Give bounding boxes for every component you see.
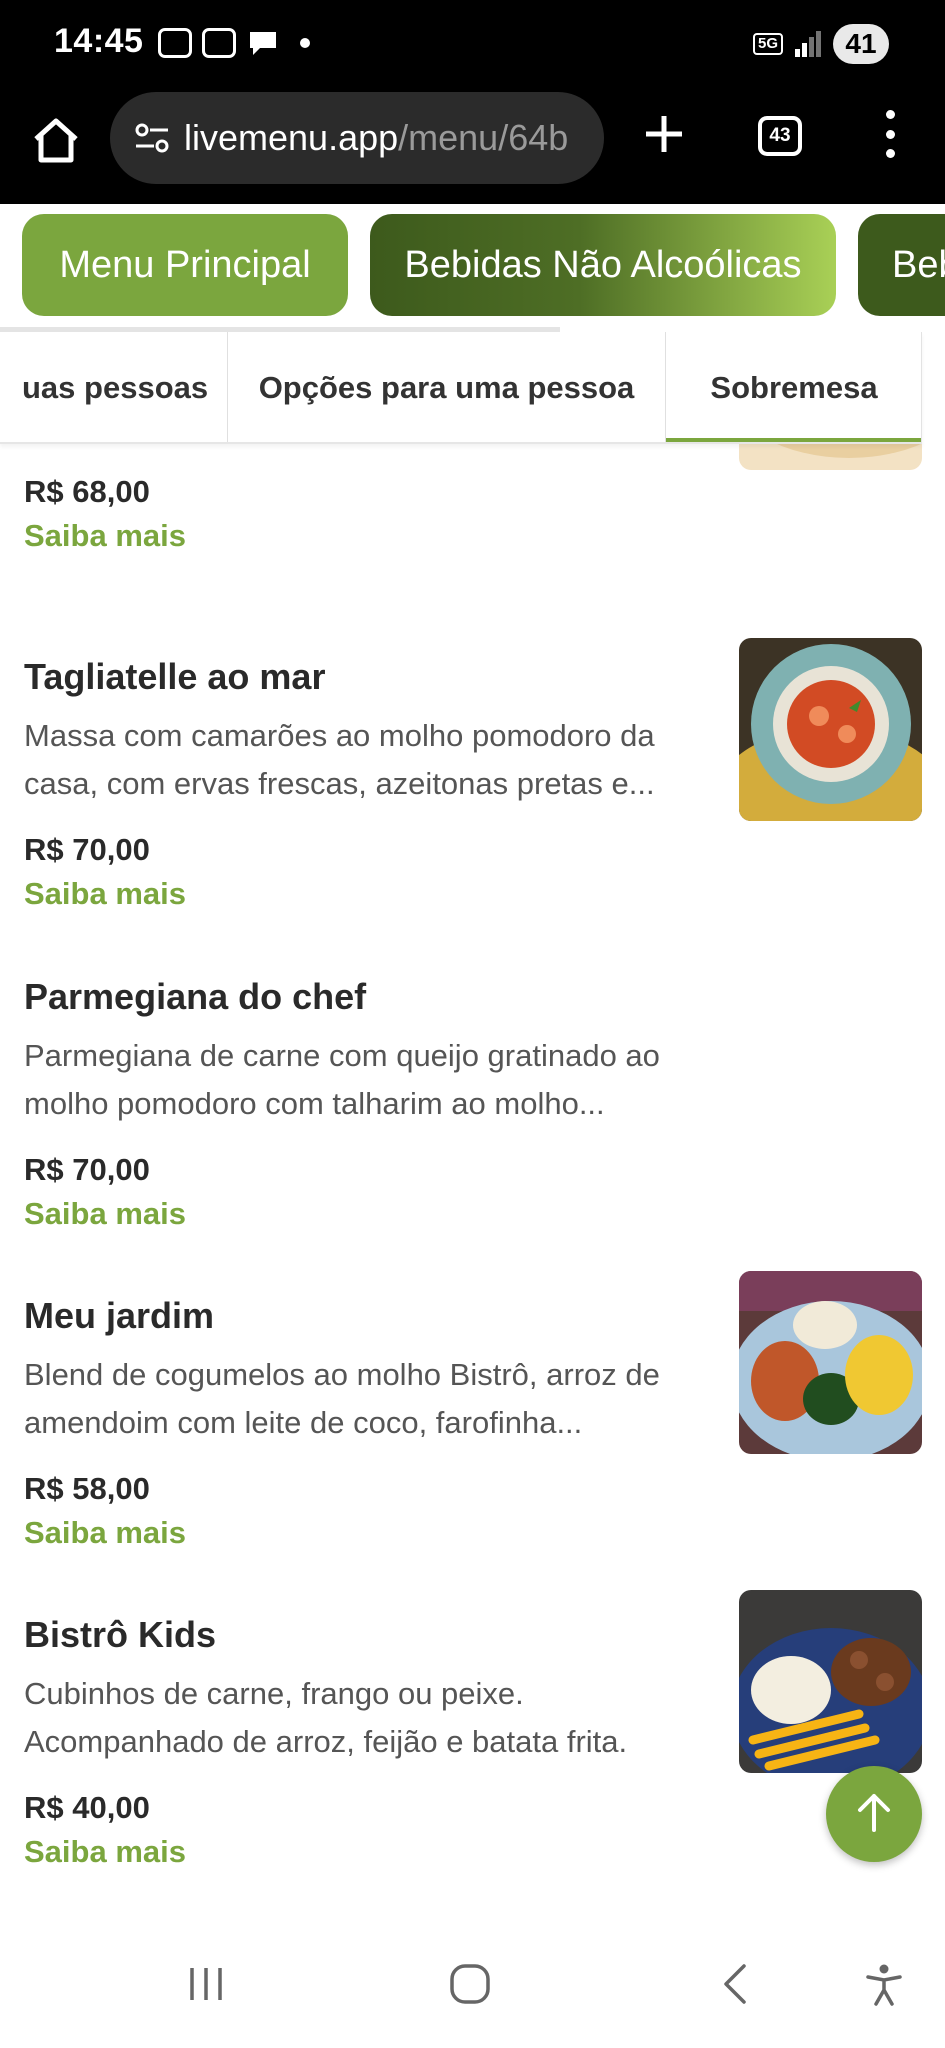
signal-icon	[793, 29, 823, 59]
dish-price: R$ 68,00	[24, 474, 150, 509]
recents-icon[interactable]	[176, 1954, 236, 2014]
status-bar: 14:45 5G 41	[0, 0, 945, 88]
dish-price: R$ 70,00	[24, 832, 150, 867]
status-time: 14:45	[54, 22, 144, 60]
back-icon[interactable]	[706, 1954, 766, 2014]
dish-image	[739, 1590, 922, 1773]
dish-description: farofinha de bacon, arroz branco, banana…	[24, 444, 704, 452]
dish-image	[739, 638, 922, 821]
url-path: /menu/64b	[398, 117, 569, 158]
dish-description-line: Acompanhado de arroz, feijão e batata fr…	[24, 1724, 628, 1759]
saiba-mais-link[interactable]: Saiba mais	[24, 1196, 186, 1232]
category-pill-menu-principal[interactable]: Menu Principal	[22, 214, 348, 316]
dish-image	[739, 444, 922, 470]
dish-description: Massa com camarões ao molho pomodoro da …	[24, 712, 704, 808]
category-tabs: Menu Principal Bebidas Não Alcoólicas Be…	[0, 204, 945, 328]
dish-price: R$ 40,00	[24, 1790, 150, 1825]
menu-item[interactable]: Parmegiana do chef Parmegiana de carne c…	[0, 976, 945, 1236]
notification-dot	[300, 38, 310, 48]
category-pill-bebidas-nao-alcoolicas[interactable]: Bebidas Não Alcoólicas	[370, 214, 836, 316]
scroll-to-top-button[interactable]	[826, 1766, 922, 1862]
subcategory-tabs: uas pessoas Opções para uma pessoa Sobre…	[0, 332, 922, 444]
dish-description-line: molho pomodoro com talharim ao molho...	[24, 1086, 605, 1121]
menu-item[interactable]: Bistrô Kids Cubinhos de carne, frango ou…	[0, 1590, 945, 1874]
system-nav-bar	[0, 1914, 945, 2048]
arrow-up-icon	[850, 1788, 898, 1841]
tab-switcher-icon[interactable]: 43	[758, 116, 802, 156]
menu-item[interactable]: farofinha de bacon, arroz branco, banana…	[0, 444, 945, 604]
media-icon	[202, 28, 236, 58]
tab-opcoes-uma-pessoa[interactable]: Opções para uma pessoa	[228, 332, 666, 442]
saiba-mais-link[interactable]: Saiba mais	[24, 518, 186, 554]
new-tab-icon[interactable]	[640, 110, 688, 158]
tab-sobremesa[interactable]: Sobremesa	[666, 332, 921, 442]
category-pill-bebidas[interactable]: Beb	[858, 214, 945, 316]
browser-toolbar: livemenu.app/menu/64b 43	[0, 88, 945, 204]
url-host: livemenu.app	[184, 117, 399, 158]
status-right-icons: 5G 41	[752, 24, 889, 64]
dish-description-line: amendoim com leite de coco, farofinha...	[24, 1405, 583, 1440]
accessibility-icon[interactable]	[854, 1954, 914, 2014]
network-5g-icon: 5G	[752, 33, 783, 55]
dish-name: Parmegiana do chef	[24, 976, 367, 1017]
chat-icon	[246, 28, 280, 58]
dish-description-line: Parmegiana de carne com queijo gratinado…	[24, 1038, 660, 1073]
dish-description-line: farofinha de bacon, arroz branco, banana…	[24, 444, 704, 452]
dish-image	[739, 1271, 922, 1454]
menu-item[interactable]: Tagliatelle ao mar Massa com camarões ao…	[0, 638, 945, 916]
address-bar[interactable]: livemenu.app/menu/64b	[110, 92, 604, 184]
url-text: livemenu.app/menu/64b	[184, 117, 568, 159]
battery-indicator: 41	[833, 24, 889, 64]
screenshot-icon	[158, 28, 192, 58]
menu-item-list: farofinha de bacon, arroz branco, banana…	[0, 444, 945, 1914]
dish-description: Parmegiana de carne com queijo gratinado…	[24, 1032, 704, 1128]
dish-price: R$ 70,00	[24, 1152, 150, 1187]
dish-description: Cubinhos de carne, frango ou peixe. Acom…	[24, 1670, 704, 1766]
tab-duas-pessoas[interactable]: uas pessoas	[22, 332, 228, 442]
saiba-mais-link[interactable]: Saiba mais	[24, 876, 186, 912]
home-icon[interactable]	[28, 112, 84, 168]
dish-name: Bistrô Kids	[24, 1614, 217, 1655]
saiba-mais-link[interactable]: Saiba mais	[24, 1834, 186, 1870]
dish-name: Meu jardim	[24, 1295, 215, 1336]
home-icon[interactable]	[440, 1954, 500, 2014]
dish-description-line: Cubinhos de carne, frango ou peixe.	[24, 1676, 524, 1711]
dish-price: R$ 58,00	[24, 1471, 150, 1506]
more-icon[interactable]	[876, 106, 904, 162]
menu-item[interactable]: Meu jardim Blend de cogumelos ao molho B…	[0, 1271, 945, 1555]
dish-description-line: Massa com camarões ao molho pomodoro da	[24, 718, 655, 753]
saiba-mais-link[interactable]: Saiba mais	[24, 1515, 186, 1551]
site-settings-icon[interactable]	[132, 118, 172, 158]
dish-description-line: casa, com ervas frescas, azeitonas preta…	[24, 766, 655, 801]
dish-name: Tagliatelle ao mar	[24, 656, 326, 697]
dish-description: Blend de cogumelos ao molho Bistrô, arro…	[24, 1351, 704, 1447]
status-notification-icons	[158, 28, 310, 58]
dish-description-line: Blend de cogumelos ao molho Bistrô, arro…	[24, 1357, 660, 1392]
